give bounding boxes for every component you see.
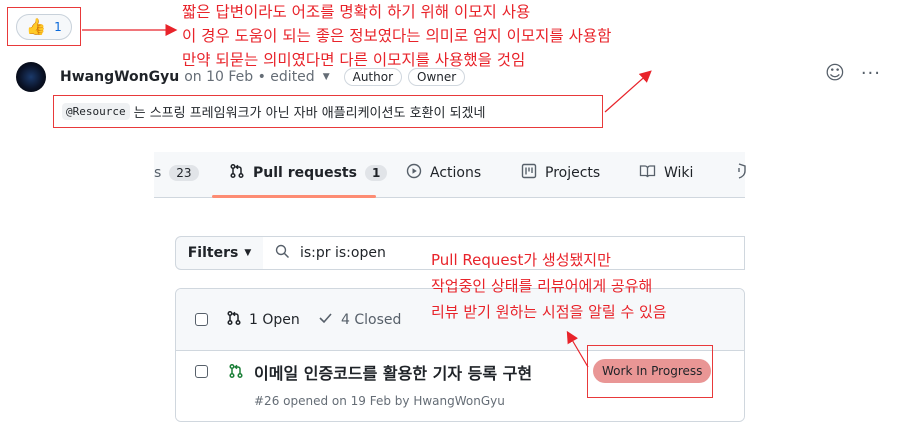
tab-wiki[interactable]: Wiki [639, 162, 693, 184]
annotation-line: 짧은 답변이라도 어조를 명확히 하기 위해 이모지 사용 [182, 3, 531, 21]
search-icon [275, 244, 290, 263]
play-icon [406, 163, 422, 183]
tab-counter: 1 [364, 165, 388, 181]
comment-text: 는 스프링 프레임워크가 아닌 자바 애플리케이션도 호환이 되겠네 [133, 106, 486, 121]
tab-label: Projects [545, 165, 601, 181]
reaction-count: 1 [54, 20, 62, 34]
tab-projects[interactable]: Projects [521, 162, 600, 184]
pr-title-link[interactable]: 이메일 인증코드를 활용한 기자 등록 구현 [254, 360, 532, 384]
annotation-line: 이 경우 도움이 되는 좋은 정보였다는 의미로 엄지 이모지를 사용함 [182, 27, 612, 45]
closed-count: 4 Closed [341, 311, 402, 328]
annotation-line: 만약 되묻는 의미였다면 다른 이모지를 사용했을 것임 [182, 51, 526, 69]
avatar[interactable] [16, 62, 46, 92]
filters-button[interactable]: Filters ▼ [175, 236, 264, 270]
thumbs-up-icon: 👍 [26, 17, 47, 36]
pull-request-icon [226, 310, 242, 330]
tab-counter: 23 [169, 165, 199, 181]
select-all-checkbox[interactable] [195, 313, 208, 326]
more-options-icon[interactable]: ··· [861, 63, 881, 84]
tab-label: s [154, 165, 162, 181]
tab-actions[interactable]: Actions [406, 162, 481, 184]
row-checkbox[interactable] [195, 365, 208, 378]
tab-issues[interactable]: s 23 [154, 162, 199, 184]
annotation-wip-note: Pull Request가 생성됐지만 작업중인 상태를 리뷰어에게 공유해 리… [431, 247, 667, 325]
tab-pull-requests[interactable]: Pull requests 1 [229, 162, 388, 184]
filters-label: Filters [187, 245, 239, 261]
tab-label: Wiki [664, 165, 694, 181]
annotation-line: 작업중인 상태를 리뷰어에게 공유해 [431, 277, 653, 295]
repo-tab-bar: s 23 Pull requests 1 Actions Projects Wi… [154, 152, 746, 198]
annotation-line: Pull Request가 생성됐지만 [431, 251, 611, 269]
pull-request-icon [229, 163, 245, 183]
closed-filter-link[interactable]: 4 Closed [318, 310, 401, 329]
chevron-down-icon: ▼ [244, 248, 252, 258]
comment-actions: ☺ ··· [825, 62, 881, 84]
work-in-progress-label[interactable]: Work In Progress [593, 359, 712, 383]
label-highlight-box: Work In Progress [587, 345, 713, 398]
shield-icon [732, 163, 746, 183]
open-pull-request-icon [228, 363, 244, 383]
tab-label: Actions [430, 165, 482, 181]
reaction-highlight-box: 👍 1 [7, 7, 81, 46]
inline-code: @Resource [62, 103, 130, 120]
comment-author[interactable]: HwangWonGyu [60, 69, 179, 85]
pr-subtitle: #26 opened on 19 Feb by HwangWonGyu [254, 394, 505, 408]
chevron-down-icon[interactable]: ▼ [323, 72, 330, 82]
arrow-to-comment [604, 70, 652, 113]
thumbs-up-reaction-button[interactable]: 👍 1 [16, 14, 72, 40]
search-value: is:pr is:open [300, 245, 386, 261]
annotation-line: 리뷰 받기 원하는 시점을 알릴 수 있음 [431, 303, 667, 321]
check-icon [318, 310, 333, 329]
project-board-icon [521, 163, 537, 183]
open-count: 1 Open [249, 312, 300, 328]
add-reaction-icon[interactable]: ☺ [825, 62, 845, 84]
open-filter-link[interactable]: 1 Open [226, 310, 300, 330]
tab-security[interactable] [732, 162, 754, 184]
active-tab-indicator [212, 195, 376, 198]
tab-label: Pull requests [253, 165, 357, 181]
annotation-emoji-note: 짧은 답변이라도 어조를 명확히 하기 위해 이모지 사용 이 경우 도움이 되… [182, 0, 611, 72]
book-icon [639, 163, 656, 183]
comment-body-highlight-box: @Resource 는 스프링 프레임워크가 아닌 자바 애플리케이션도 호환이… [53, 95, 603, 128]
